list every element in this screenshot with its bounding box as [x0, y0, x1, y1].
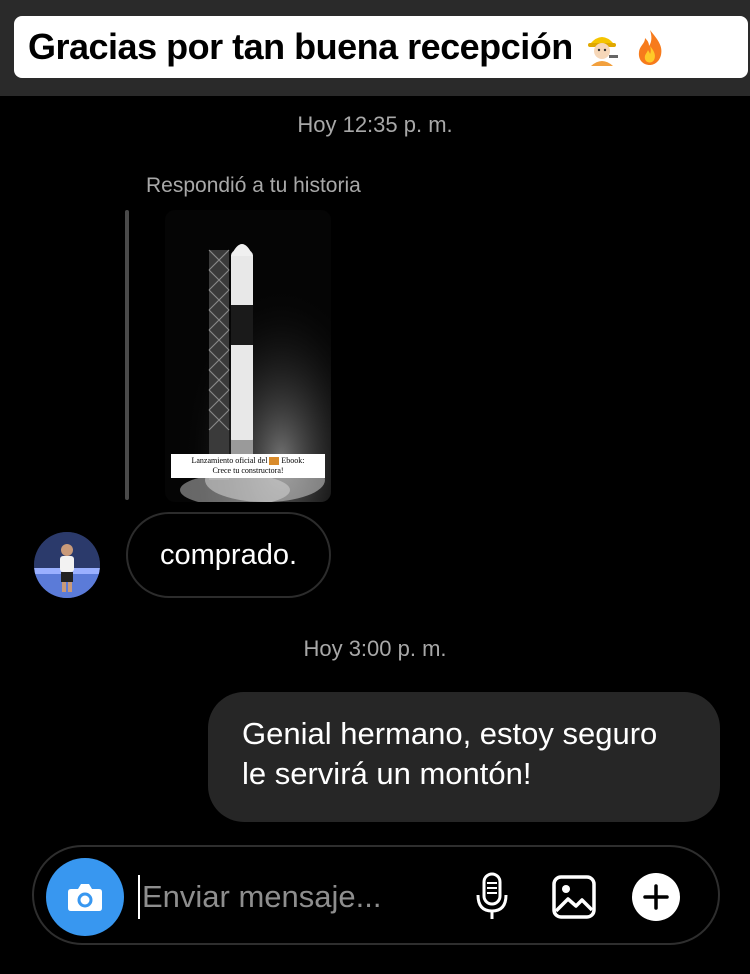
reply-indicator-bar [125, 210, 129, 500]
incoming-message-bubble[interactable]: comprado. [126, 512, 332, 598]
story-caption-line2: Crece tu constructora! [212, 466, 284, 475]
incoming-message-text: comprado. [160, 538, 298, 571]
microphone-icon [476, 872, 508, 919]
outgoing-message-line2: le servirá un montón! [242, 756, 532, 791]
avatar[interactable] [34, 532, 100, 598]
story-caption-line1: Lanzamiento oficial del [191, 456, 268, 465]
gallery-icon [552, 875, 596, 919]
story-caption-brand: Ebook: [281, 456, 305, 465]
camera-button[interactable] [46, 858, 124, 936]
timestamp: Hoy 12:35 p. m. [297, 112, 453, 137]
outgoing-message-bubble[interactable]: Genial hermano, estoy seguro le servirá … [208, 692, 720, 822]
caption-box: Gracias por tan buena recepción [14, 16, 748, 78]
add-icon [632, 873, 680, 921]
story-caption: Lanzamiento oficial del Ebook: Crece tu … [171, 454, 325, 478]
story-thumbnail[interactable]: Lanzamiento oficial del Ebook: Crece tu … [165, 210, 331, 502]
add-button[interactable] [630, 871, 682, 923]
timestamp: Hoy 3:00 p. m. [303, 636, 447, 661]
outgoing-message-line1: Genial hermano, estoy seguro [242, 716, 658, 751]
story-reply-label: Respondió a tu historia [146, 174, 361, 197]
construction-worker-emoji-icon [583, 28, 621, 66]
caption-banner: Gracias por tan buena recepción [0, 0, 750, 96]
camera-icon [68, 884, 102, 911]
book-icon [269, 457, 280, 466]
fire-emoji-icon [631, 28, 669, 66]
gallery-button[interactable] [548, 871, 600, 923]
caption-text: Gracias por tan buena recepción [28, 26, 573, 67]
message-composer [32, 845, 720, 945]
microphone-button[interactable] [466, 871, 518, 923]
message-input[interactable] [138, 875, 468, 919]
